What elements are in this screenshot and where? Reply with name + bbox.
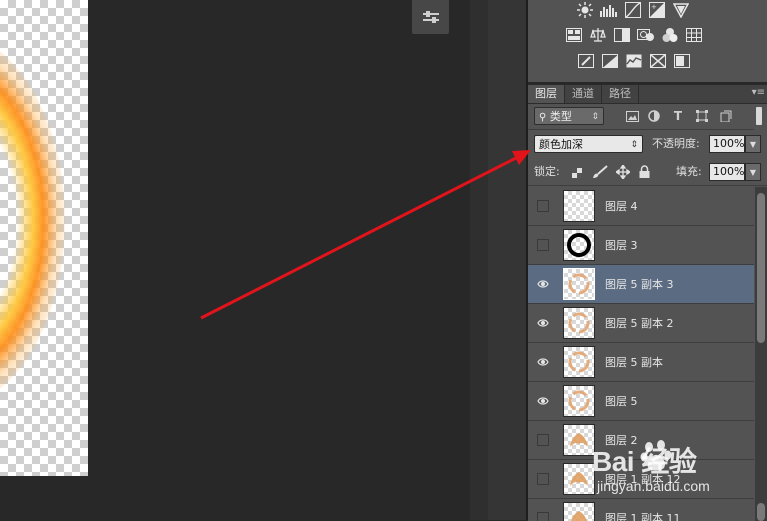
watermark-url: jingyan.baidu.com — [597, 478, 710, 494]
watermark-brand: Bai 经验 — [592, 446, 697, 477]
baidu-jingyan-watermark: Bai 经验 jingyan.baidu.com — [592, 436, 767, 506]
